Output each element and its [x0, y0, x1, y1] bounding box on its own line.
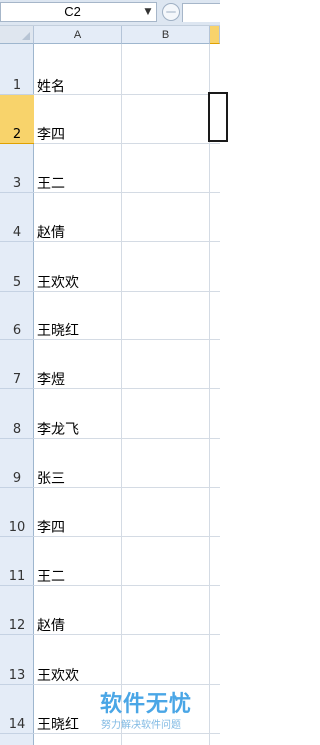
chevron-down-icon[interactable]: ▼: [143, 5, 153, 19]
row-header[interactable]: 7: [0, 340, 34, 389]
cell-a5[interactable]: 王欢欢: [37, 272, 79, 292]
row-header[interactable]: 5: [0, 242, 34, 292]
row-header[interactable]: 11: [0, 537, 34, 586]
cell-a12[interactable]: 赵倩: [37, 615, 65, 635]
row-header[interactable]: 12: [0, 586, 34, 635]
cell-a11[interactable]: 王二: [37, 566, 65, 586]
row-header[interactable]: 10: [0, 488, 34, 537]
select-all-corner[interactable]: [0, 26, 34, 44]
formula-bar: C2 ▼: [0, 0, 220, 26]
active-cell-c2[interactable]: [208, 92, 228, 142]
cell-a4[interactable]: 赵倩: [37, 222, 65, 242]
cell-a2[interactable]: 李四: [37, 124, 65, 144]
name-box[interactable]: C2 ▼: [0, 2, 157, 22]
column-header-c[interactable]: [210, 26, 220, 44]
row-header[interactable]: 14: [0, 685, 34, 734]
row-header[interactable]: 3: [0, 144, 34, 193]
row-header[interactable]: 4: [0, 193, 34, 242]
row-header[interactable]: 9: [0, 439, 34, 488]
watermark: 软件无忧 努力解决软件问题: [100, 686, 210, 736]
row-header[interactable]: 13: [0, 635, 34, 685]
column-divider: [209, 44, 210, 745]
row-header-selected[interactable]: 2: [0, 95, 34, 144]
row-header[interactable]: 1: [0, 44, 34, 95]
row-header[interactable]: 8: [0, 389, 34, 439]
column-header-b[interactable]: B: [122, 26, 210, 44]
cell-a1[interactable]: 姓名: [37, 76, 65, 96]
watermark-subtitle: 努力解决软件问题: [101, 720, 181, 731]
cell-a9[interactable]: 张三: [37, 468, 65, 488]
formula-bar-splitter-icon[interactable]: [162, 3, 180, 21]
cell-a3[interactable]: 王二: [37, 173, 65, 193]
cell-a10[interactable]: 李四: [37, 517, 65, 537]
name-box-value[interactable]: C2: [1, 3, 144, 21]
formula-input[interactable]: [182, 3, 220, 22]
column-header-a[interactable]: A: [34, 26, 122, 44]
cell-a13[interactable]: 王欢欢: [37, 665, 79, 685]
cell-grid[interactable]: 姓名 李四 王二 赵倩 王欢欢 王晓红 李煜 李龙飞 张三 李四 王二 赵倩 王…: [34, 44, 228, 745]
row-headers: 1 2 3 4 5 6 7 8 9 10 11 12 13 14: [0, 44, 34, 745]
column-divider: [121, 44, 122, 745]
cell-a14[interactable]: 王晓红: [37, 714, 79, 734]
cell-a6[interactable]: 王晓红: [37, 320, 79, 340]
cell-a7[interactable]: 李煜: [37, 369, 65, 389]
watermark-logo: 软件无忧: [100, 692, 193, 717]
cell-a8[interactable]: 李龙飞: [37, 419, 79, 439]
row-header[interactable]: 6: [0, 292, 34, 340]
